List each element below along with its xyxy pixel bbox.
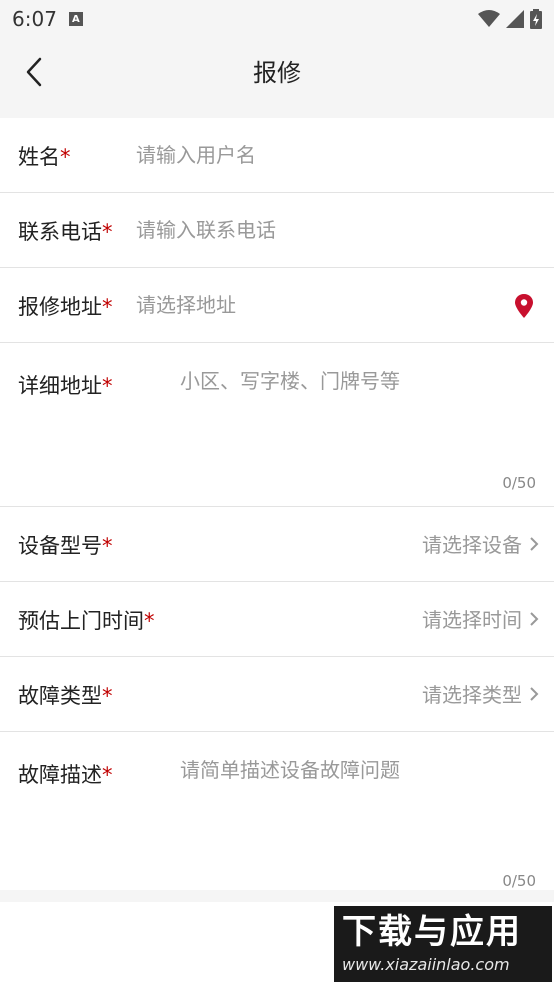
phone-input[interactable] xyxy=(136,213,496,247)
nav-bar: 报修 xyxy=(0,38,554,118)
detail-address-row: 详细地址* 0/50 xyxy=(0,343,554,507)
required-mark: * xyxy=(102,374,113,398)
fault-type-select[interactable]: 请选择类型 xyxy=(422,679,540,708)
status-time: 6:07 xyxy=(12,7,57,31)
fault-description-counter: 0/50 xyxy=(502,872,536,890)
fault-description-row: 故障描述* 0/50 xyxy=(0,732,554,904)
detail-address-label: 详细地址* xyxy=(18,374,113,398)
detail-address-counter: 0/50 xyxy=(502,474,536,492)
device-model-select[interactable]: 请选择设备 xyxy=(422,529,540,558)
watermark-logo: 下载与应用 www.xiazaiinlao.com xyxy=(334,906,552,982)
device-model-label: 设备型号* xyxy=(18,534,113,558)
visit-time-value: 请选择时间 xyxy=(422,608,522,632)
required-mark: * xyxy=(102,534,113,558)
name-input[interactable] xyxy=(136,138,496,172)
fault-type-row[interactable]: 故障类型* 请选择类型 xyxy=(0,657,554,732)
wifi-icon xyxy=(478,10,500,27)
section-gap xyxy=(0,890,554,902)
fault-type-label: 故障类型* xyxy=(18,684,113,708)
chevron-right-icon xyxy=(530,536,539,551)
visit-time-select[interactable]: 请选择时间 xyxy=(422,604,540,633)
required-mark: * xyxy=(60,145,71,169)
fault-description-textarea[interactable] xyxy=(180,754,520,844)
address-input[interactable] xyxy=(136,288,496,322)
address-label: 报修地址* xyxy=(18,295,113,319)
visit-time-row[interactable]: 预估上门时间* 请选择时间 xyxy=(0,582,554,657)
notification-icon: A xyxy=(68,12,83,26)
status-left: 6:07 A xyxy=(12,7,83,31)
visit-time-label: 预估上门时间* xyxy=(18,609,155,633)
fault-type-value: 请选择类型 xyxy=(422,683,522,707)
required-mark: * xyxy=(102,295,113,319)
required-mark: * xyxy=(102,763,113,787)
signal-icon xyxy=(506,10,524,28)
device-model-row[interactable]: 设备型号* 请选择设备 xyxy=(0,507,554,582)
location-pin-icon[interactable] xyxy=(514,294,534,318)
address-row: 报修地址* xyxy=(0,268,554,343)
watermark-main: 下载与应用 xyxy=(342,912,522,952)
name-row: 姓名* xyxy=(0,118,554,193)
status-bar: 6:07 A xyxy=(0,0,554,38)
device-model-value: 请选择设备 xyxy=(422,533,522,557)
phone-label: 联系电话* xyxy=(18,220,113,244)
required-mark: * xyxy=(144,609,155,633)
chevron-right-icon xyxy=(530,686,539,701)
chevron-right-icon xyxy=(530,611,539,626)
detail-address-textarea[interactable] xyxy=(180,365,520,455)
page-title: 报修 xyxy=(253,59,301,87)
required-mark: * xyxy=(102,684,113,708)
fault-description-label: 故障描述* xyxy=(18,763,113,787)
status-right xyxy=(478,9,542,29)
battery-icon xyxy=(530,9,542,29)
repair-form: 姓名* 联系电话* 报修地址* 详细地址* 0/50 设备型号* 请选择设备 预… xyxy=(0,118,554,904)
phone-row: 联系电话* xyxy=(0,193,554,268)
watermark-sub: www.xiazaiinlao.com xyxy=(342,955,510,974)
name-label: 姓名* xyxy=(18,145,71,169)
required-mark: * xyxy=(102,220,113,244)
